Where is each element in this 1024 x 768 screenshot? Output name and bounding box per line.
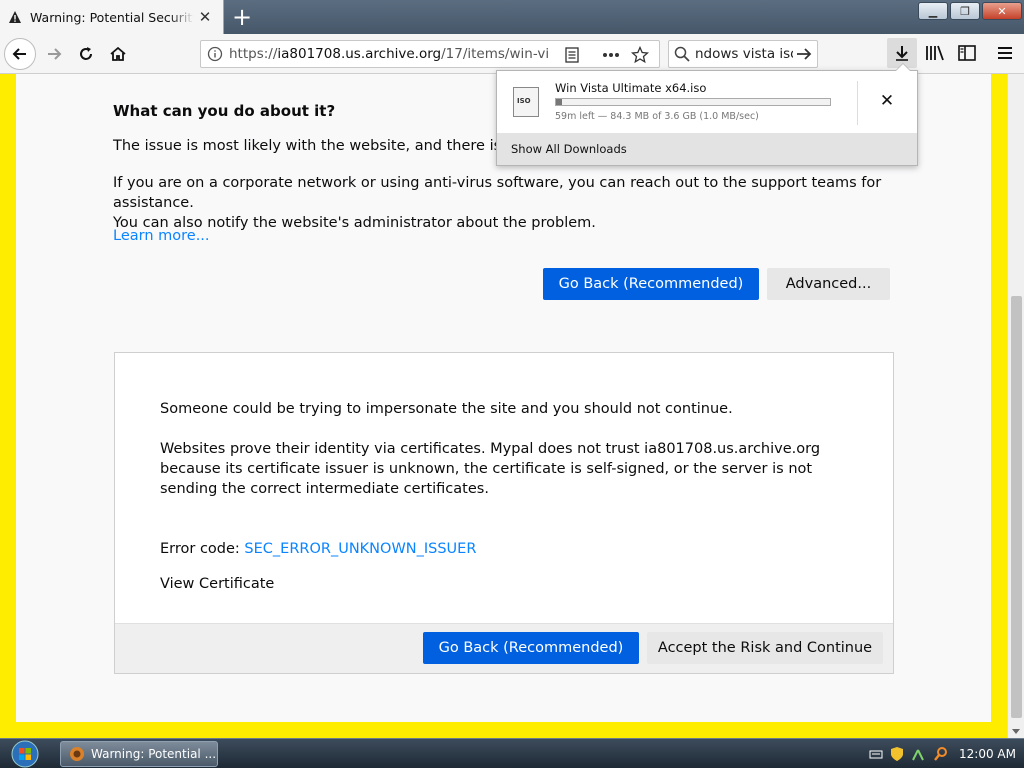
error-code-label: Error code:	[160, 541, 240, 557]
library-button[interactable]	[920, 38, 950, 68]
warning-icon	[8, 10, 22, 24]
window-close-button[interactable]: ✕	[982, 2, 1022, 20]
download-item[interactable]: ISO Win Vista Ultimate x64.iso 59m left …	[497, 71, 917, 133]
advanced-panel-footer: Go Back (Recommended) Accept the Risk an…	[115, 623, 893, 673]
downloads-panel: ISO Win Vista Ultimate x64.iso 59m left …	[496, 63, 918, 166]
search-input[interactable]: ndows vista iso	[695, 46, 793, 62]
home-icon	[110, 46, 126, 61]
maximize-button[interactable]: ❐	[950, 2, 980, 20]
download-arrow-icon	[896, 46, 908, 61]
cancel-download-icon[interactable]: ✕	[875, 89, 899, 113]
forward-arrow-icon	[48, 48, 62, 60]
show-all-downloads-button[interactable]: Show All Downloads	[497, 133, 917, 165]
go-back-button-secondary[interactable]: Go Back (Recommended)	[423, 632, 639, 664]
sidebar-icon	[958, 45, 976, 61]
scroll-down-arrow-icon[interactable]	[1012, 729, 1020, 734]
tab-strip: Warning: Potential Security Risk Ahead ✕…	[0, 0, 1024, 34]
certificate-explanation: Websites prove their identity via certif…	[160, 441, 821, 497]
sidebar-toggle-button[interactable]	[952, 38, 982, 68]
window-controls: ▁ ❐ ✕	[918, 2, 1022, 20]
hamburger-menu-icon	[998, 47, 1012, 59]
windows-logo-icon	[11, 740, 39, 768]
menu-button[interactable]	[990, 38, 1020, 68]
new-tab-button[interactable]: +	[228, 3, 256, 31]
content-viewport: What can you do about it? The issue is m…	[0, 74, 1024, 738]
search-tray-icon[interactable]	[933, 746, 949, 762]
tab-close-icon[interactable]: ✕	[197, 9, 213, 25]
iso-file-icon: ISO	[513, 87, 539, 117]
home-button[interactable]	[102, 38, 134, 70]
taskbar-browser-item[interactable]: Warning: Potential ...	[60, 741, 218, 767]
error-code-line: Error code: SEC_ERROR_UNKNOWN_ISSUER	[160, 539, 850, 559]
go-back-button[interactable]: Go Back (Recommended)	[543, 268, 759, 300]
reload-icon	[80, 47, 92, 60]
advanced-panel: Someone could be trying to impersonate t…	[114, 352, 894, 674]
page-actions-icon[interactable]	[602, 46, 620, 64]
library-icon	[926, 45, 944, 61]
keyboard-icon[interactable]	[869, 747, 883, 761]
taskbar-clock: 12:00 AM	[959, 747, 1016, 761]
navigation-toolbar: https://ia801708.us.archive.org/17/items…	[0, 34, 1024, 74]
show-all-downloads-label: Show All Downloads	[511, 142, 627, 156]
issue-text: The issue is most likely with the websit…	[113, 138, 543, 154]
url-host: ia801708.us.archive.org	[277, 46, 442, 62]
minimize-button[interactable]: ▁	[918, 2, 948, 20]
system-tray: 12:00 AM	[869, 739, 1024, 768]
security-shield-icon[interactable]	[889, 746, 905, 762]
windows-taskbar: Warning: Potential ... 12:00 AM	[0, 738, 1024, 768]
url-bar[interactable]: https://ia801708.us.archive.org/17/items…	[200, 40, 660, 68]
url-scheme: https://	[229, 46, 278, 62]
network-text-line-2: You can also notify the website's admini…	[113, 215, 596, 231]
panel-caret	[895, 63, 911, 71]
advanced-button[interactable]: Advanced...	[767, 268, 890, 300]
search-bar[interactable]: ndows vista iso	[668, 40, 818, 68]
download-progress-fill	[556, 99, 563, 105]
back-arrow-icon	[12, 48, 26, 60]
tab-security-warning[interactable]: Warning: Potential Security Risk Ahead ✕	[0, 0, 224, 34]
scrollbar-thumb[interactable]	[1011, 296, 1022, 718]
what-can-you-do-heading: What can you do about it?	[113, 102, 336, 120]
forward-button[interactable]	[38, 38, 70, 70]
site-info-icon[interactable]	[201, 46, 229, 62]
view-certificate-link[interactable]: View Certificate	[160, 574, 274, 594]
error-page: What can you do about it? The issue is m…	[16, 74, 991, 722]
reader-view-icon[interactable]	[563, 46, 581, 64]
search-icon	[669, 46, 695, 62]
url-path: /17/items/win-vista-	[441, 46, 549, 62]
back-button[interactable]	[4, 38, 36, 70]
reload-button[interactable]	[70, 38, 102, 70]
vertical-scrollbar[interactable]	[1007, 74, 1024, 738]
browser-app-icon	[70, 747, 84, 761]
tab-title: Warning: Potential Security Risk Ahead	[30, 9, 194, 25]
error-code-link[interactable]: SEC_ERROR_UNKNOWN_ISSUER	[244, 541, 476, 557]
impersonate-text: Someone could be trying to impersonate t…	[160, 401, 733, 417]
download-status: 59m left — 84.3 MB of 3.6 GB (1.0 MB/sec…	[555, 111, 759, 122]
search-go-icon[interactable]	[795, 45, 813, 67]
accept-risk-button[interactable]: Accept the Risk and Continue	[647, 632, 883, 664]
taskbar-item-label: Warning: Potential ...	[91, 747, 217, 761]
network-text-line-1: If you are on a corporate network or usi…	[113, 175, 882, 211]
url-text[interactable]: https://ia801708.us.archive.org/17/items…	[229, 46, 549, 62]
bookmark-star-icon[interactable]	[631, 46, 649, 64]
download-separator	[857, 81, 858, 125]
network-icon[interactable]	[911, 746, 927, 762]
start-button[interactable]	[6, 739, 44, 768]
download-filename: Win Vista Ultimate x64.iso	[555, 81, 707, 95]
download-progress-bar	[555, 98, 831, 106]
learn-more-link[interactable]: Learn more...	[113, 228, 210, 244]
network-text: If you are on a corporate network or usi…	[113, 173, 913, 233]
file-icon-label: ISO	[517, 97, 531, 105]
